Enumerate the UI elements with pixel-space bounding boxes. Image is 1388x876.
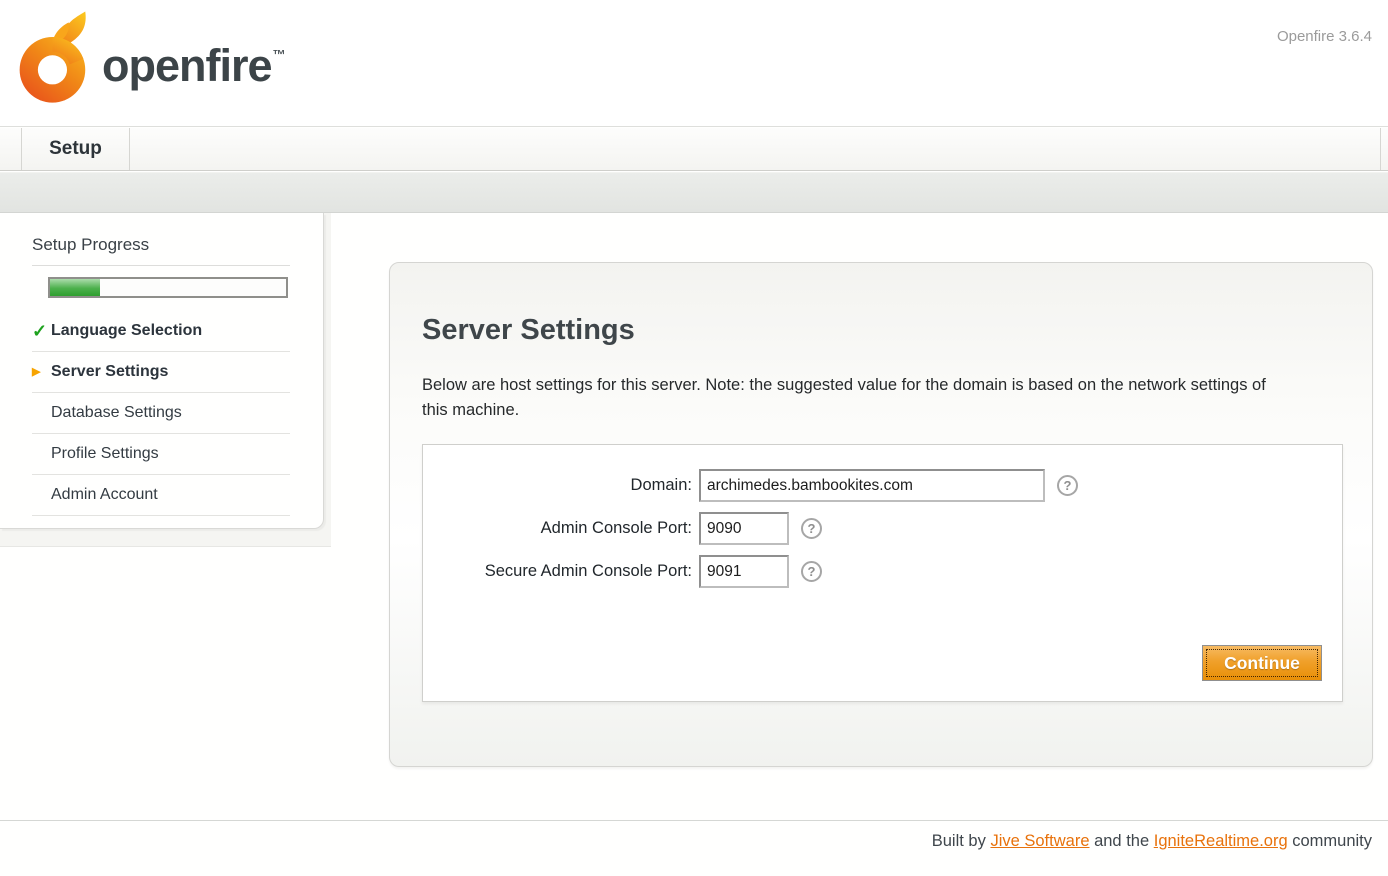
server-settings-form: Domain: ? Admin Console Port: ? Secure A… (422, 444, 1343, 702)
jive-software-link[interactable]: Jive Software (990, 832, 1089, 850)
setup-progress-panel: Setup Progress ✓ Language Selection ▶ Se… (0, 213, 324, 529)
logo-wordmark: openfire™ (102, 40, 286, 92)
admin-console-port-input[interactable] (699, 512, 789, 545)
tabbar-separator (1380, 128, 1381, 170)
openfire-flame-logo-icon (16, 8, 98, 108)
setup-progress-bar (48, 277, 288, 298)
secure-port-help-icon[interactable]: ? (801, 561, 822, 582)
setup-progress-title: Setup Progress (32, 235, 323, 255)
admin-port-row: Admin Console Port: ? (423, 512, 1342, 545)
step-label: Database Settings (51, 404, 182, 422)
footer-middle: and the (1090, 832, 1154, 850)
secure-port-row: Secure Admin Console Port: ? (423, 555, 1342, 588)
tab-setup[interactable]: Setup (21, 128, 130, 170)
footer-divider (0, 820, 1388, 821)
openfire-setup-page: openfire™ Openfire 3.6.4 Setup Setup Pro… (0, 0, 1388, 876)
step-database-settings: Database Settings (32, 393, 290, 434)
step-label: Server Settings (51, 363, 168, 381)
version-label: Openfire 3.6.4 (1277, 28, 1372, 45)
divider (32, 265, 290, 266)
setup-steps-list: ✓ Language Selection ▶ Server Settings D… (32, 311, 290, 516)
continue-button-label: Continue (1206, 649, 1318, 677)
admin-console-port-label: Admin Console Port: (423, 519, 699, 538)
secure-admin-console-port-input[interactable] (699, 555, 789, 588)
step-server-settings: ▶ Server Settings (32, 352, 290, 393)
main-content-panel: Server Settings Below are host settings … (389, 262, 1373, 767)
secure-admin-console-port-label: Secure Admin Console Port: (423, 562, 699, 581)
step-label: Profile Settings (51, 445, 159, 463)
footer-credits: Built by Jive Software and the IgniteRea… (932, 832, 1372, 851)
step-language-selection: ✓ Language Selection (32, 311, 290, 352)
footer-suffix: community (1288, 832, 1372, 850)
progress-fill (50, 279, 100, 296)
sub-toolbar (0, 172, 1388, 213)
domain-row: Domain: ? (423, 469, 1342, 502)
current-step-arrow-icon: ▶ (32, 367, 40, 378)
domain-label: Domain: (423, 476, 699, 495)
page-description: Below are host settings for this server.… (422, 373, 1288, 423)
admin-port-help-icon[interactable]: ? (801, 518, 822, 539)
step-label: Admin Account (51, 486, 158, 504)
step-label: Language Selection (51, 322, 202, 340)
domain-input[interactable] (699, 469, 1045, 502)
step-profile-settings: Profile Settings (32, 434, 290, 475)
tab-bar: Setup (0, 128, 1388, 171)
domain-help-icon[interactable]: ? (1057, 475, 1078, 496)
step-admin-account: Admin Account (32, 475, 290, 516)
footer-prefix: Built by (932, 832, 991, 850)
trademark-symbol: ™ (273, 47, 286, 62)
igniterealtime-link[interactable]: IgniteRealtime.org (1154, 832, 1288, 850)
check-icon: ✓ (32, 322, 47, 340)
page-title: Server Settings (422, 314, 635, 347)
continue-button[interactable]: Continue (1202, 645, 1322, 681)
header: openfire™ Openfire 3.6.4 (0, 0, 1388, 127)
